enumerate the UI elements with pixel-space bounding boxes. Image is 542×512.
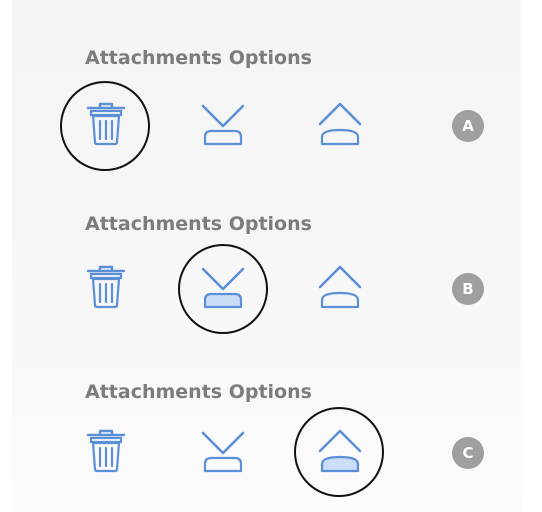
trash-icon	[86, 429, 126, 473]
options-section-b: Attachments Options B	[12, 163, 521, 334]
section-label-badge: B	[452, 273, 484, 305]
trash-icon	[86, 265, 126, 309]
section-label-badge: A	[452, 110, 484, 142]
trash-icon	[86, 102, 126, 146]
options-section-c: Attachments Options C	[12, 333, 521, 497]
delete-button[interactable]	[78, 423, 134, 479]
section-title: Attachments Options	[85, 47, 312, 69]
chevron-up-icon	[318, 265, 362, 309]
chevron-down-icon	[201, 431, 245, 473]
section-title: Attachments Options	[85, 213, 312, 235]
chevron-up-icon	[318, 429, 362, 473]
move-down-button[interactable]	[195, 423, 251, 479]
move-up-button[interactable]	[312, 259, 368, 315]
chevron-down-icon	[201, 267, 245, 309]
delete-button[interactable]	[78, 96, 134, 152]
move-down-button[interactable]	[195, 96, 251, 152]
move-down-button[interactable]	[195, 259, 251, 315]
section-label-badge: C	[452, 437, 484, 469]
section-title: Attachments Options	[85, 381, 312, 403]
move-up-button[interactable]	[312, 96, 368, 152]
chevron-up-icon	[318, 102, 362, 146]
delete-button[interactable]	[78, 259, 134, 315]
move-up-button[interactable]	[312, 423, 368, 479]
options-section-a: Attachments Options A	[12, 0, 521, 171]
chevron-down-icon	[201, 104, 245, 146]
attachments-options-panel: Attachments Options A Attachments Option…	[12, 0, 521, 512]
